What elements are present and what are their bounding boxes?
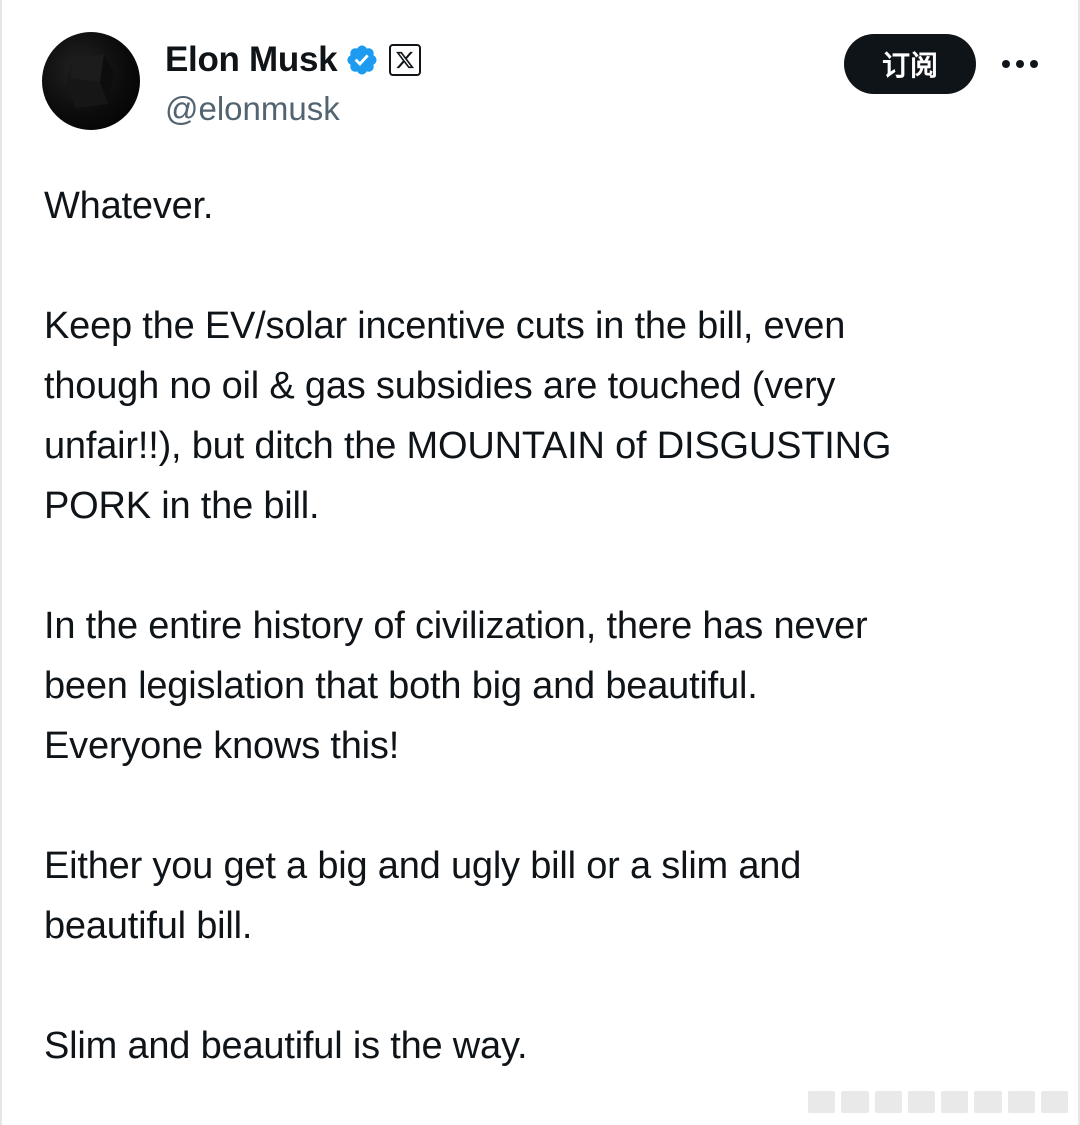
more-horizontal-icon	[1002, 60, 1038, 68]
tweet-paragraph: Keep the EV/solar incentive cuts in the …	[44, 305, 892, 527]
verified-badge-icon[interactable]	[345, 43, 379, 77]
avatar[interactable]	[42, 32, 140, 130]
x-logo-icon	[389, 44, 422, 76]
tweet-header: Elon Musk @elonmusk 订阅	[42, 32, 1042, 142]
subscribe-button[interactable]: 订阅	[844, 34, 976, 94]
tweet-paragraph: Slim and beautiful is the way.	[44, 1025, 528, 1067]
tweet-paragraph: In the entire history of civilization, t…	[44, 605, 868, 767]
tweet-paragraph: Either you get a big and ugly bill or a …	[44, 845, 802, 947]
tweet-paragraph: Whatever.	[44, 185, 214, 227]
avatar-image	[66, 54, 114, 108]
name-row: Elon Musk	[165, 38, 422, 82]
tweet-text: Whatever. Keep the EV/solar incentive cu…	[44, 176, 1024, 1076]
user-handle[interactable]: @elonmusk	[165, 90, 340, 128]
more-options-button[interactable]	[998, 42, 1042, 86]
watermark	[808, 1091, 1068, 1113]
tweet-card: Elon Musk @elonmusk 订阅 Whatever. Keep th…	[0, 0, 1080, 1125]
display-name[interactable]: Elon Musk	[165, 40, 338, 80]
